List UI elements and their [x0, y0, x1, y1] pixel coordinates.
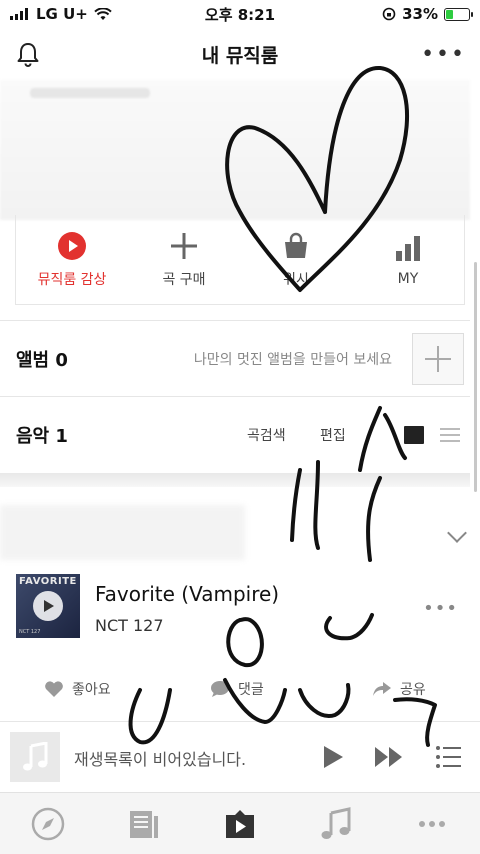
quick-menu-purchase[interactable]: 곡 구매	[128, 215, 240, 304]
more-horizontal-icon	[419, 821, 445, 827]
music-section: 음악 1 곡검색 편집	[0, 410, 470, 460]
quick-menu-label: 뮤직룸 감상	[37, 271, 107, 288]
play-icon[interactable]	[322, 745, 344, 769]
next-icon[interactable]	[374, 745, 404, 769]
track-title: Favorite (Vampire)	[95, 582, 280, 606]
profile-area	[0, 80, 470, 220]
nav-more[interactable]	[415, 807, 449, 841]
playlist-icon[interactable]	[436, 745, 462, 769]
compass-icon	[31, 807, 65, 841]
quick-menu-label: 곡 구매	[162, 271, 206, 288]
music-note-icon	[23, 742, 48, 771]
player-thumbnail[interactable]	[10, 732, 60, 782]
quick-menu-my[interactable]: MY	[352, 215, 464, 304]
share-label: 공유	[400, 682, 426, 698]
track-more-icon[interactable]: •••	[423, 600, 458, 618]
nav-library[interactable]	[127, 807, 161, 841]
comment-label: 댓글	[238, 682, 264, 698]
shopping-bag-icon	[281, 231, 311, 261]
play-icon[interactable]	[33, 591, 63, 621]
nav-discover[interactable]	[31, 807, 65, 841]
plus-icon	[425, 346, 451, 372]
nav-music[interactable]	[319, 807, 353, 841]
edit-button[interactable]: 편집	[320, 425, 346, 445]
like-label: 좋아요	[72, 682, 111, 698]
bell-icon[interactable]	[14, 40, 42, 68]
share-icon	[373, 682, 391, 696]
bar-chart-icon	[393, 233, 423, 263]
album-art-label: NCT 127	[19, 629, 41, 635]
heart-icon	[45, 681, 63, 697]
list-view-icon[interactable]	[440, 428, 460, 442]
battery-fill	[446, 9, 454, 19]
nav-player[interactable]	[223, 807, 257, 841]
status-right: 33%	[382, 5, 473, 23]
album-section: 앨범 0 나만의 멋진 앨범을 만들어 보세요	[0, 333, 470, 385]
quick-menu: 뮤직룸 감상 곡 구매 위시 MY	[15, 215, 465, 305]
quick-menu-wish[interactable]: 위시	[240, 215, 352, 304]
play-box-icon	[226, 810, 254, 838]
page-title: 내 뮤직룸	[201, 44, 279, 67]
section-separator	[0, 473, 470, 487]
quick-menu-label: 위시	[283, 271, 309, 288]
scrollbar[interactable]	[474, 262, 477, 492]
blurred-filter-bar	[0, 505, 245, 560]
plus-icon	[169, 231, 199, 261]
album-art[interactable]: FAVORITE NCT 127	[16, 574, 80, 638]
chevron-down-icon[interactable]	[447, 523, 467, 543]
app-header: 내 뮤직룸 •••	[0, 28, 480, 80]
status-bar: LG U+ 오후 8:21 33%	[0, 0, 480, 28]
divider	[0, 320, 470, 321]
track-row[interactable]: FAVORITE NCT 127 Favorite (Vampire) NCT …	[0, 574, 470, 646]
document-list-icon	[130, 811, 158, 838]
comment-button[interactable]: 댓글	[210, 679, 264, 699]
quick-menu-label: MY	[397, 270, 419, 287]
album-count-label: 앨범 0	[16, 350, 68, 371]
quick-menu-listen[interactable]: 뮤직룸 감상	[16, 215, 128, 304]
album-hint[interactable]: 나만의 멋진 앨범을 만들어 보세요	[194, 349, 392, 369]
divider	[0, 396, 470, 397]
playlist-empty-text: 재생목록이 비어있습니다.	[74, 750, 247, 769]
play-circle-icon	[57, 231, 87, 261]
add-album-button[interactable]	[412, 333, 464, 385]
music-note-icon	[321, 807, 351, 839]
more-horizontal-icon[interactable]: •••	[421, 44, 466, 66]
music-count-label: 음악 1	[16, 426, 68, 447]
track-actions: 좋아요 댓글 공유	[0, 672, 470, 706]
bottom-nav	[0, 792, 480, 854]
battery-percent: 33%	[402, 5, 438, 23]
battery-icon	[444, 7, 473, 21]
track-artist: NCT 127	[95, 616, 164, 635]
grid-view-icon[interactable]	[404, 426, 424, 444]
album-art-title: FAVORITE	[19, 576, 77, 587]
song-search-button[interactable]: 곡검색	[247, 425, 286, 445]
like-button[interactable]: 좋아요	[44, 679, 111, 699]
mini-player: 재생목록이 비어있습니다.	[0, 721, 480, 791]
rotation-lock-icon	[382, 7, 396, 21]
share-button[interactable]: 공유	[372, 679, 426, 699]
comment-icon	[211, 681, 229, 697]
